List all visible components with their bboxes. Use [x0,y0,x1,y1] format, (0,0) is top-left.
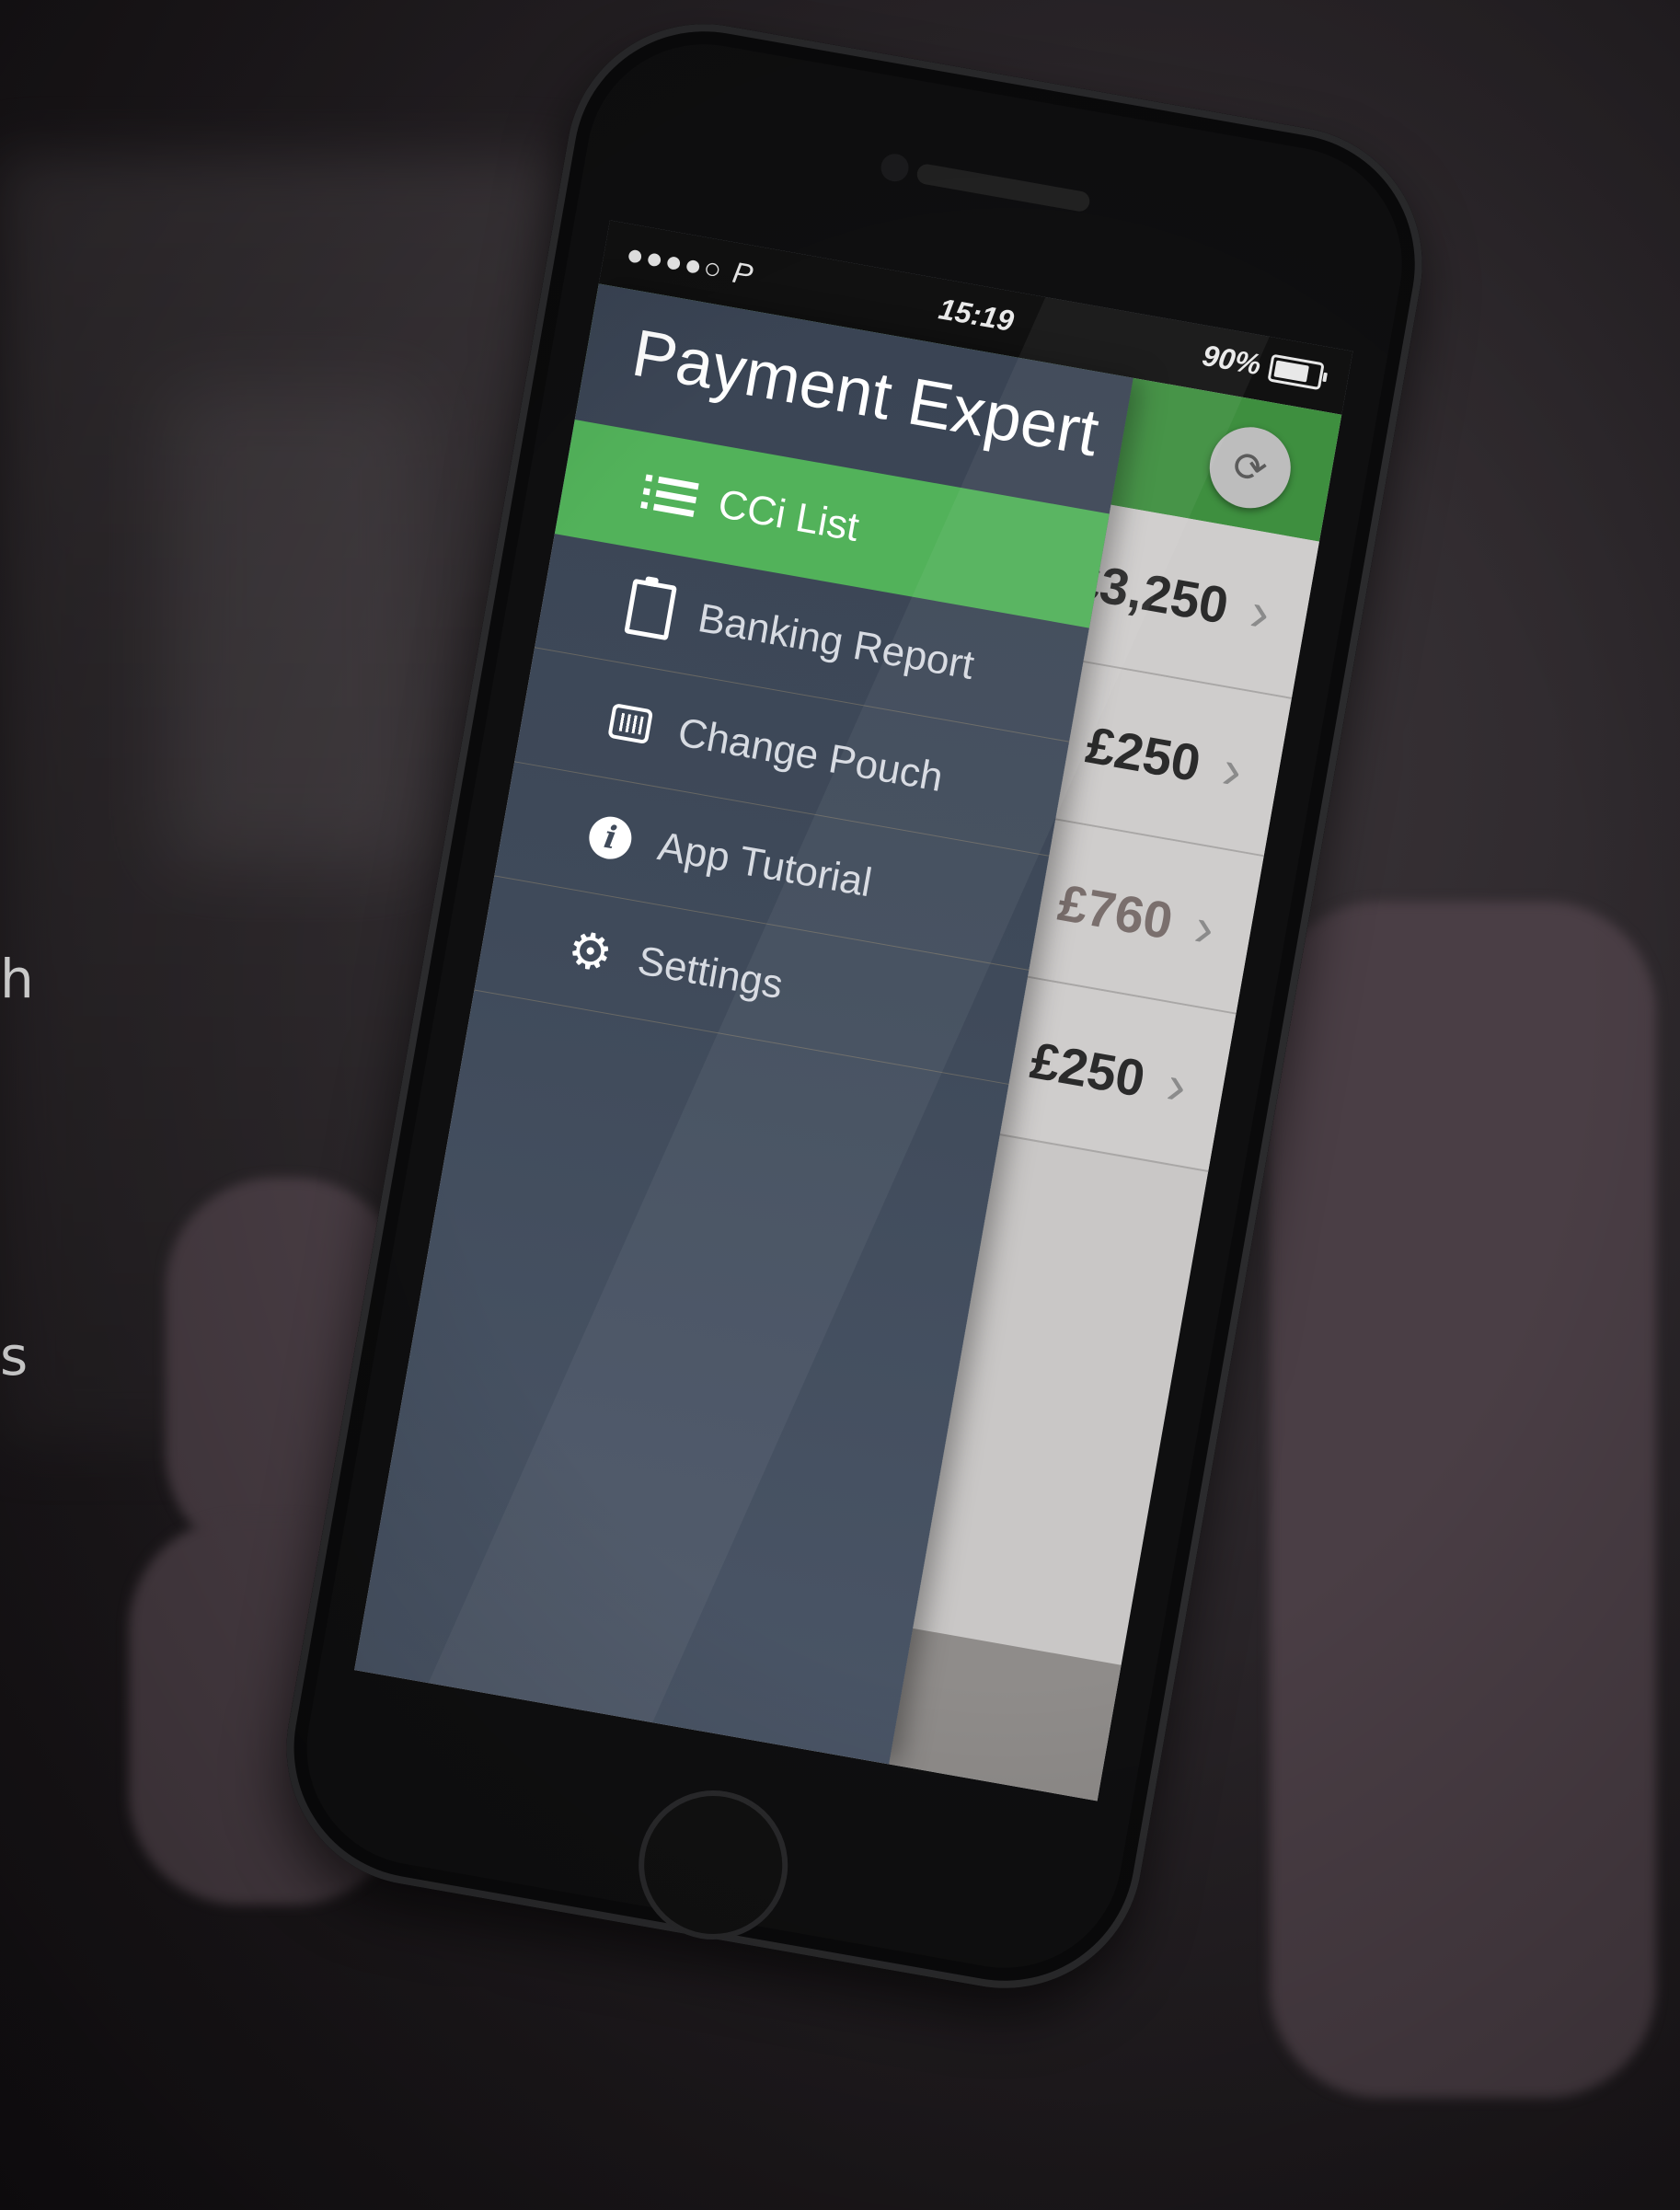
drawer-menu: CCi List Banking Report Change Pouch i A… [474,420,1110,1085]
menu-item-label: Banking Report [695,594,978,688]
earpiece-speaker [915,162,1092,213]
refresh-button[interactable]: ⟳ [1202,420,1297,515]
phone-body: ●●●●○ P 15:19 90% ⟳ £3,250 › £250 › £760… [264,2,1444,2010]
background-text-fragment: s [0,1325,29,1387]
clipboard-icon [622,578,680,640]
home-button[interactable] [627,1778,800,1951]
list-icon [642,466,700,524]
battery-icon [1267,353,1325,390]
battery-percent: 90% [1200,338,1264,382]
chevron-right-icon: › [1190,894,1220,960]
chevron-right-icon: › [1246,579,1275,644]
row-amount: £250 [1082,715,1205,792]
menu-item-label: CCi List [715,480,863,550]
menu-item-label: Settings [634,937,787,1007]
battery-indicator: 90% [1200,339,1325,393]
barcode-icon [602,695,660,753]
row-amount: £760 [1053,872,1178,950]
info-icon: i [581,809,639,867]
row-amount: £250 [1026,1030,1150,1108]
phone-screen: ●●●●○ P 15:19 90% ⟳ £3,250 › £250 › £760… [354,220,1353,1801]
chevron-right-icon: › [1217,737,1248,801]
refresh-icon: ⟳ [1229,442,1272,493]
background-text-fragment: h [0,948,34,1010]
menu-item-label: App Tutorial [654,823,876,905]
chevron-right-icon: › [1162,1052,1191,1117]
gear-icon: ⚙ [563,920,617,984]
menu-item-label: Change Pouch [674,708,947,800]
front-camera [879,151,911,184]
